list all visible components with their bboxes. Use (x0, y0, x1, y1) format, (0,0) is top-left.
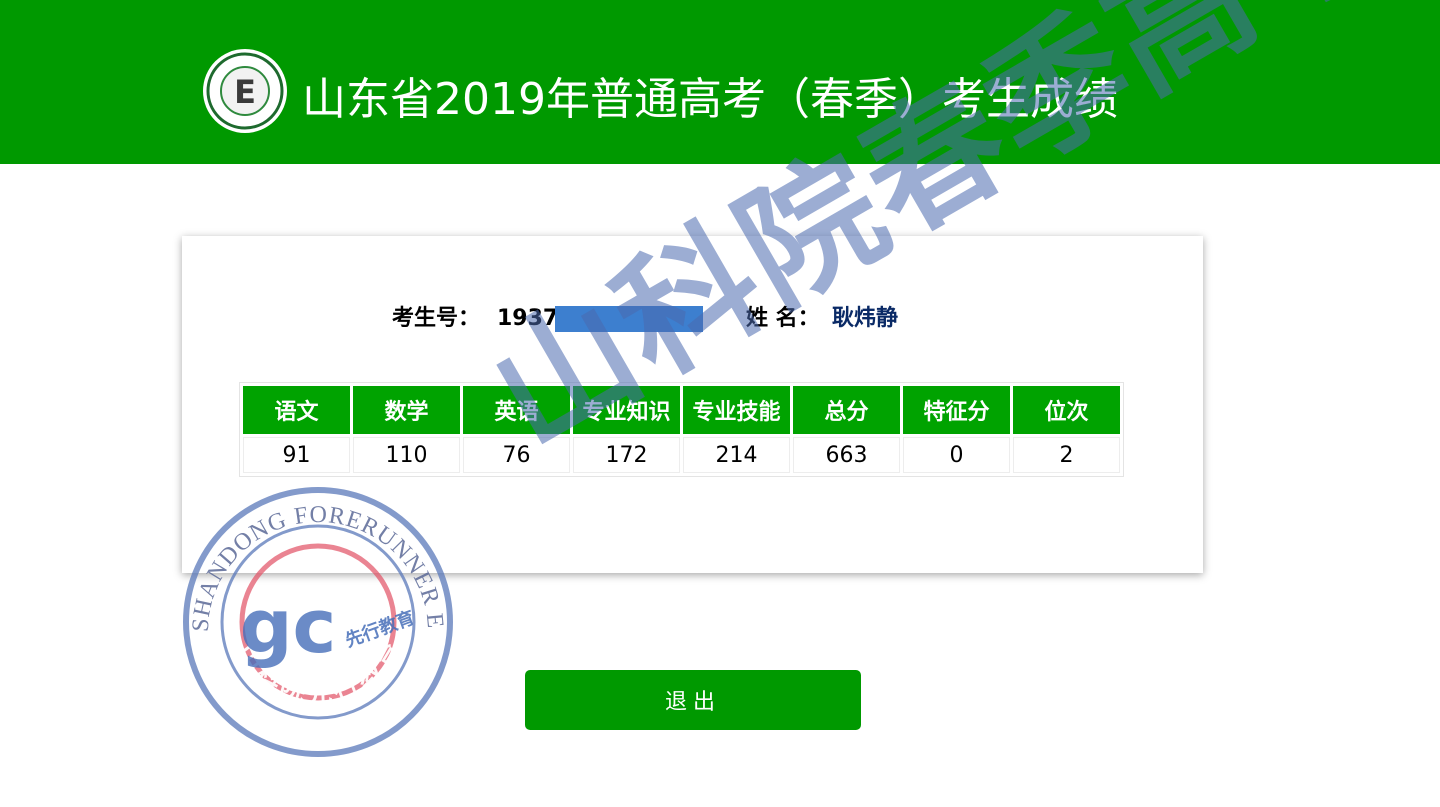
score-math: 110 (353, 437, 460, 473)
page-header: E 山东省2019年普通高考（春季）考生成绩 (0, 0, 1440, 164)
candidate-name-label: 姓 名： (746, 306, 820, 331)
stamp-bottom-text: 山科院先行教育 (229, 633, 406, 710)
svg-text:E: E (234, 73, 256, 111)
score-rank: 2 (1013, 437, 1120, 473)
header-math: 数学 (353, 386, 460, 434)
stamp-inner-text: 先行教育 (342, 606, 417, 651)
header-total: 总分 (793, 386, 900, 434)
score-professional-knowledge: 172 (573, 437, 680, 473)
stamp-logo-text: gc (240, 584, 337, 670)
exam-board-logo-icon: E (203, 49, 287, 133)
candidate-id-label: 考生号： (392, 306, 481, 331)
candidate-name-value: 耿炜静 (832, 306, 899, 331)
score-english: 76 (463, 437, 570, 473)
header-rank: 位次 (1013, 386, 1120, 434)
candidate-id-redaction (555, 306, 703, 332)
score-feature: 0 (903, 437, 1010, 473)
score-table-header-row: 语文 数学 英语 专业知识 专业技能 总分 特征分 位次 (243, 386, 1120, 434)
candidate-id-value: 1937 (497, 306, 559, 331)
score-total: 663 (793, 437, 900, 473)
header-chinese: 语文 (243, 386, 350, 434)
header-feature-score: 特征分 (903, 386, 1010, 434)
header-professional-knowledge: 专业知识 (573, 386, 680, 434)
header-professional-skill: 专业技能 (683, 386, 790, 434)
svg-text:山科院先行教育: 山科院先行教育 (229, 633, 410, 710)
page-title: 山东省2019年普通高考（春季）考生成绩 (302, 74, 1118, 125)
score-professional-skill: 214 (683, 437, 790, 473)
score-chinese: 91 (243, 437, 350, 473)
exit-button[interactable]: 退出 (525, 670, 861, 730)
header-english: 英语 (463, 386, 570, 434)
score-table: 语文 数学 英语 专业知识 专业技能 总分 特征分 位次 91 110 76 1… (239, 382, 1124, 477)
score-table-row: 91 110 76 172 214 663 0 2 (243, 437, 1120, 473)
